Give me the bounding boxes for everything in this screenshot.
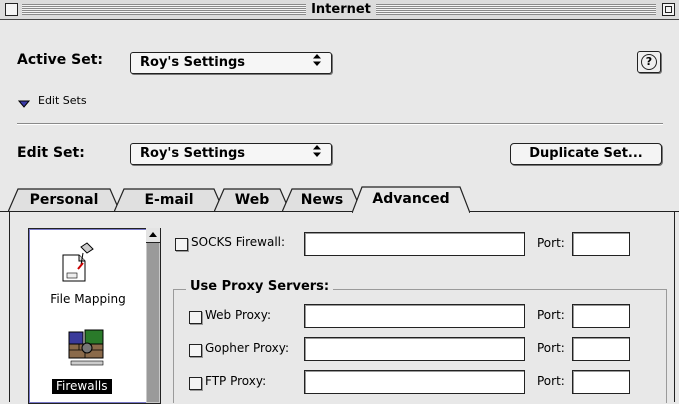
port-label: Port: — [537, 374, 565, 388]
port-label: Port: — [537, 236, 565, 250]
tab-personal[interactable]: Personal — [8, 187, 120, 212]
scroll-up-arrow-icon[interactable] — [146, 228, 160, 243]
internet-window: Internet Active Set: Roy's Settings ? Ed… — [0, 0, 679, 404]
tab-email[interactable]: E-mail — [114, 187, 224, 212]
tab-news[interactable]: News — [282, 187, 362, 212]
tab-label: Advanced — [372, 191, 450, 207]
window-title: Internet — [306, 1, 376, 18]
close-box-icon[interactable] — [5, 3, 18, 16]
divider — [17, 123, 663, 125]
port-label: Port: — [537, 308, 565, 322]
popup-arrows-icon — [303, 144, 331, 164]
popup-arrows-icon — [303, 53, 331, 73]
file-mapping-icon[interactable] — [57, 241, 97, 287]
help-button[interactable]: ? — [637, 51, 661, 73]
gopher-proxy-field[interactable] — [304, 337, 525, 361]
title-bar[interactable]: Internet — [0, 0, 679, 20]
tab-label: Web — [234, 192, 270, 208]
firewalls-label[interactable]: Firewalls — [52, 379, 112, 394]
socks-firewall-checkbox[interactable] — [175, 238, 188, 251]
gopher-proxy-label: Gopher Proxy: — [205, 341, 290, 355]
zoom-box-icon[interactable] — [662, 3, 675, 16]
proxy-servers-title: Use Proxy Servers: — [186, 279, 334, 294]
edit-set-popup[interactable]: Roy's Settings — [130, 143, 332, 165]
gopher-proxy-port-field[interactable] — [572, 337, 630, 361]
tab-advanced[interactable]: Advanced — [352, 185, 470, 213]
tab-label: Personal — [29, 192, 99, 208]
socks-firewall-field[interactable] — [304, 232, 525, 256]
tab-label: News — [300, 192, 344, 208]
help-icon: ? — [641, 54, 657, 70]
edit-sets-label[interactable]: Edit Sets — [38, 94, 87, 107]
edit-set-label: Edit Set: — [17, 145, 85, 161]
web-proxy-field[interactable] — [304, 304, 525, 328]
active-set-popup[interactable]: Roy's Settings — [130, 52, 332, 74]
scrollbar-track[interactable] — [147, 243, 159, 402]
tab-label: E-mail — [144, 192, 194, 208]
web-proxy-checkbox[interactable] — [189, 311, 202, 324]
tab-web[interactable]: Web — [214, 187, 290, 212]
ftp-proxy-label: FTP Proxy: — [205, 374, 267, 388]
ftp-proxy-field[interactable] — [304, 370, 525, 394]
web-proxy-label: Web Proxy: — [205, 308, 272, 322]
duplicate-set-button[interactable]: Duplicate Set... — [510, 143, 662, 165]
firewalls-icon[interactable] — [67, 328, 107, 370]
socks-port-field[interactable] — [572, 232, 630, 256]
ftp-proxy-checkbox[interactable] — [189, 377, 202, 390]
active-set-value: Roy's Settings — [140, 55, 246, 70]
active-set-label: Active Set: — [17, 52, 103, 68]
edit-set-value: Roy's Settings — [140, 146, 246, 161]
gopher-proxy-checkbox[interactable] — [189, 344, 202, 357]
web-proxy-port-field[interactable] — [572, 304, 630, 328]
disclosure-triangle-icon[interactable] — [17, 94, 31, 113]
file-mapping-label[interactable]: File Mapping — [29, 292, 147, 306]
socks-firewall-label: SOCKS Firewall: — [191, 235, 286, 249]
settings-icon-list[interactable]: File Mapping Firewalls — [28, 228, 148, 404]
ftp-proxy-port-field[interactable] — [572, 370, 630, 394]
port-label: Port: — [537, 341, 565, 355]
